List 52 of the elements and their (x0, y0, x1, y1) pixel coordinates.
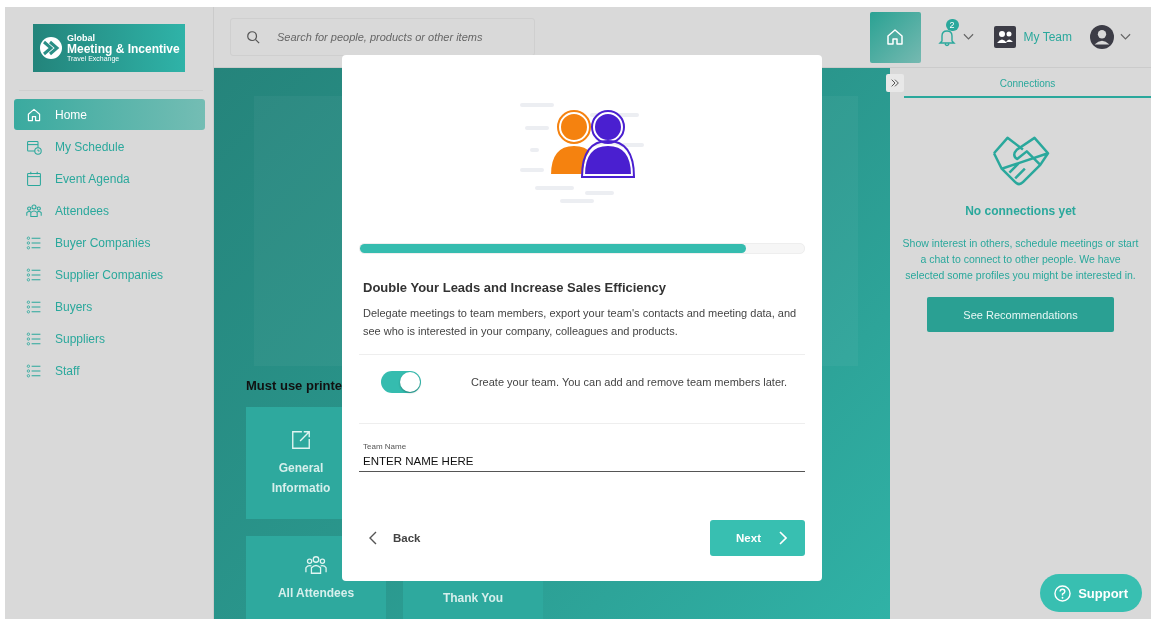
sidebar-item[interactable]: Event Agenda (14, 163, 205, 194)
bell-icon[interactable] (936, 27, 957, 47)
list-icon (26, 362, 42, 379)
logo-icon (39, 36, 63, 60)
logo-text: Meeting & Incentive (67, 43, 180, 55)
sidebar-item[interactable]: Supplier Companies (14, 259, 205, 290)
caret-icon[interactable] (962, 33, 974, 41)
team-name-field[interactable]: ENTER NAME HERE (359, 451, 805, 473)
list-icon (26, 298, 42, 315)
toggle-switch[interactable] (381, 371, 421, 394)
support-button[interactable]: Support (1040, 574, 1142, 612)
people-icon (305, 554, 327, 576)
collapse-button[interactable] (886, 74, 904, 92)
home-button[interactable] (869, 11, 921, 63)
toggle-label: Create your team. You can add and remove team members later. (471, 376, 788, 389)
sidebar-item[interactable]: Suppliers (14, 323, 205, 354)
calendar-icon (26, 170, 42, 187)
sidebar-item[interactable]: Buyer Companies (14, 227, 205, 258)
sidebar-item[interactable]: Buyers (14, 291, 205, 322)
sidebar-item[interactable]: Staff (14, 355, 205, 386)
list-icon (26, 330, 42, 347)
chevron-left-icon (369, 531, 377, 545)
caret-icon[interactable] (1120, 33, 1131, 41)
logo-text: Global (67, 34, 96, 43)
list-icon (26, 234, 42, 251)
connections-tab[interactable]: Connections (904, 68, 1151, 98)
avatar-icon[interactable] (1090, 25, 1114, 49)
empty-state-title: No connections yet (965, 204, 1076, 218)
section-heading: Must use printe (246, 378, 343, 393)
sidebar-item[interactable]: My Schedule (14, 131, 205, 162)
external-link-icon (290, 429, 312, 452)
chevron-right-icon (778, 531, 787, 545)
notification-badge: 2 (945, 19, 959, 31)
people-icon (26, 202, 42, 219)
my-team-link[interactable]: My Team (993, 26, 1072, 48)
help-icon (1054, 584, 1072, 602)
sidebar-item[interactable]: Home (14, 99, 205, 130)
search-field[interactable]: Search for people, products or other items (230, 18, 535, 56)
search-icon (246, 30, 260, 44)
calendar-clock-icon (26, 138, 42, 155)
team-icon (993, 26, 1016, 48)
sidebar-item[interactable]: Attendees (14, 195, 205, 226)
field-label: Team Name (363, 442, 408, 452)
home-icon (26, 106, 42, 123)
home-icon (885, 27, 906, 47)
next-button[interactable]: Next (710, 520, 805, 556)
empty-state-text: Show interest in others, schedule meetings or start a chat to connect to other people. We have selected some profiles you might be interested in. (901, 236, 1140, 283)
double-chevron-icon (890, 78, 900, 88)
modal-title: Double Your Leads and Increase Sales Efficiency (363, 280, 667, 295)
see-recommendations-button[interactable]: See Recommendations (927, 297, 1114, 333)
list-icon (26, 266, 42, 283)
modal-description: Delegate meetings to team members, export your team's contacts and meeting data, and see who is interested in your company, colleagues and products. (363, 306, 798, 339)
